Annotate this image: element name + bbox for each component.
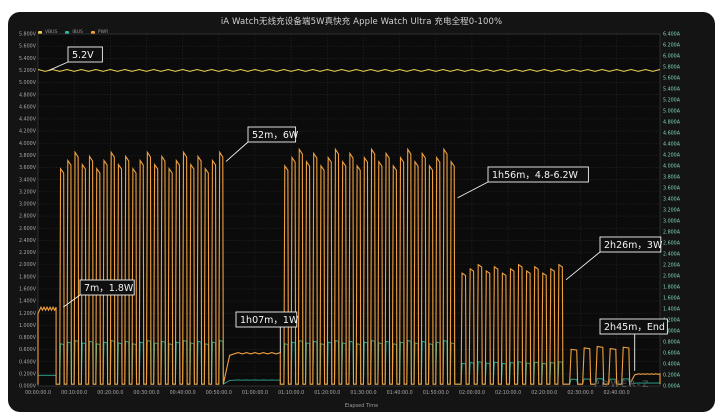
y-right-tick-label: 4.800A xyxy=(663,120,681,126)
y-right-tick-label: 6.000A xyxy=(663,54,681,60)
chart-frame: iA Watch无线充设备端5W真快充 Apple Watch Ultra 充电… xyxy=(8,12,715,412)
y-left-tick-label: 3.400V xyxy=(19,177,37,183)
y-left-tick-label: 5.800V xyxy=(19,32,37,38)
y-left-tick-label: 5.400V xyxy=(19,56,37,62)
y-left-tick-label: 1.800V xyxy=(19,274,37,280)
y-left-tick-label: 2.400V xyxy=(19,238,37,244)
y-right-tick-label: 2.200A xyxy=(663,263,681,269)
x-tick-label: 00:20:00.0 xyxy=(97,390,123,396)
y-right-tick-label: 5.600A xyxy=(663,76,681,82)
y-left-tick-label: 1.000V xyxy=(19,323,37,329)
annotation-label: 52m，6W xyxy=(252,130,299,141)
y-right-tick-label: 4.400A xyxy=(663,142,681,148)
y-right-tick-label: 1.600A xyxy=(663,296,681,302)
y-left-tick-label: 0.200V xyxy=(19,371,37,377)
y-right-tick-label: 5.200A xyxy=(663,98,681,104)
y-right-tick-label: 6.200A xyxy=(663,43,681,49)
x-tick-label: 01:20:00.0 xyxy=(314,390,340,396)
y-right-tick-label: 0.000A xyxy=(663,384,681,390)
annotation-label: 1h07m，1W xyxy=(240,315,299,326)
y-left-tick-label: 1.600V xyxy=(19,286,37,292)
y-right-tick-label: 6.400A xyxy=(663,32,681,38)
y-right-tick-label: 1.400A xyxy=(663,307,681,313)
x-axis-title: Elapsed Time xyxy=(344,403,379,409)
y-left-tick-label: 4.600V xyxy=(19,104,37,110)
y-right-tick-label: 3.000A xyxy=(663,219,681,225)
y-left-tick-label: 0.600V xyxy=(19,347,37,353)
annotation-label: 5.2V xyxy=(72,50,94,61)
y-right-tick-label: 5.400A xyxy=(663,87,681,93)
y-right-tick-label: 3.400A xyxy=(663,197,681,203)
x-tick-label: 00:40:00.0 xyxy=(170,390,196,396)
y-left-tick-label: 4.200V xyxy=(19,129,37,135)
y-right-tick-label: 4.600A xyxy=(663,131,681,137)
y-right-tick-label: 3.800A xyxy=(663,175,681,181)
x-tick-label: 02:30:00.0 xyxy=(567,390,593,396)
y-right-tick-label: 4.000A xyxy=(663,164,681,170)
y-right-tick-label: 2.600A xyxy=(663,241,681,247)
y-right-tick-label: 0.200A xyxy=(663,373,681,379)
y-left-tick-label: 2.600V xyxy=(19,226,37,232)
chart-plot: 0.000V 0.200V 0.400V 0.600V 0.800V 1.000V 1.20… xyxy=(19,32,681,396)
annotation-label: 2h45m，End xyxy=(604,322,665,333)
y-left-tick-label: 0.800V xyxy=(19,335,37,341)
y-left-tick-label: 1.400V xyxy=(19,299,37,305)
x-tick-label: 02:00:00.0 xyxy=(459,390,485,396)
y-left-tick-label: 5.000V xyxy=(19,80,37,86)
y-left-tick-label: 4.000V xyxy=(19,141,37,147)
y-left-tick-label: 0.400V xyxy=(19,359,37,365)
x-tick-label: 00:50:00.0 xyxy=(206,390,232,396)
x-tick-label: 02:10:00.0 xyxy=(495,390,521,396)
y-left-tick-label: 3.600V xyxy=(19,165,37,171)
y-right-tick-label: 2.800A xyxy=(663,230,681,236)
annotation-label: 2h26m，3W xyxy=(604,240,663,251)
y-right-tick-label: 2.400A xyxy=(663,252,681,258)
x-tick-label: 00:10:00.0 xyxy=(61,390,87,396)
annotation-label: 1h56m，4.8-6.2W xyxy=(492,170,579,181)
x-tick-label: 00:30:00.0 xyxy=(133,390,159,396)
y-right-tick-label: 3.200A xyxy=(663,208,681,214)
y-right-tick-label: 0.600A xyxy=(663,351,681,357)
y-left-tick-label: 0.000V xyxy=(19,384,37,390)
y-right-tick-label: 4.200A xyxy=(663,153,681,159)
y-right-tick-label: 5.000A xyxy=(663,109,681,115)
y-left-tick-label: 1.200V xyxy=(19,311,37,317)
y-right-tick-label: 2.000A xyxy=(663,274,681,280)
y-left-tick-label: 5.600V xyxy=(19,44,37,50)
y-left-tick-label: 4.800V xyxy=(19,92,37,98)
y-right-tick-label: 5.800A xyxy=(663,65,681,71)
x-tick-label: 00:00:00.0 xyxy=(25,390,51,396)
y-right-tick-label: 1.800A xyxy=(663,285,681,291)
x-tick-label: 01:30:00.0 xyxy=(350,390,376,396)
x-tick-label: 01:00:00.0 xyxy=(242,390,268,396)
annotation-label: 7m，1.8W xyxy=(84,283,134,294)
x-tick-label: 01:40:00.0 xyxy=(387,390,413,396)
x-tick-label: 02:40:00.0 xyxy=(604,390,630,396)
y-left-tick-label: 5.200V xyxy=(19,68,37,74)
y-left-tick-label: 3.800V xyxy=(19,153,37,159)
y-left-tick-label: 3.000V xyxy=(19,202,37,208)
y-left-tick-label: 2.000V xyxy=(19,262,37,268)
y-right-tick-label: 0.400A xyxy=(663,362,681,368)
y-right-tick-label: 3.600A xyxy=(663,186,681,192)
x-tick-label: 01:10:00.0 xyxy=(278,390,304,396)
x-tick-label: 01:50:00.0 xyxy=(423,390,449,396)
y-left-tick-label: 3.200V xyxy=(19,189,37,195)
y-left-tick-label: 2.200V xyxy=(19,250,37,256)
y-right-tick-label: 0.800A xyxy=(663,340,681,346)
y-left-tick-label: 2.800V xyxy=(19,214,37,220)
x-tick-label: 02:20:00.0 xyxy=(531,390,557,396)
y-left-tick-label: 4.400V xyxy=(19,117,37,123)
watermark: POWER-Z xyxy=(594,380,651,390)
